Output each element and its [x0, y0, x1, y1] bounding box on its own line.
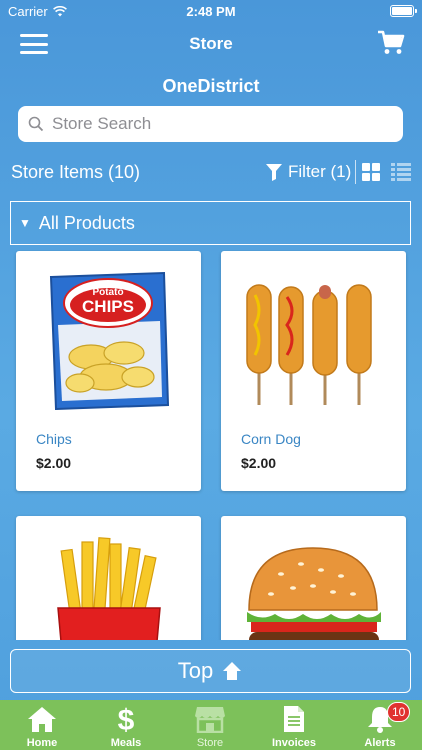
tab-label: Meals [110, 737, 142, 749]
category-label: All Products [38, 212, 135, 233]
product-card-corn-dog[interactable]: Corn Dog $2.00 [221, 251, 406, 491]
french-fries-image [36, 530, 181, 640]
triangle-down-icon: ▼ [19, 216, 31, 230]
tab-invoices[interactable]: Invoices [252, 700, 336, 750]
product-price: $2.00 [36, 455, 72, 471]
cart-icon[interactable] [376, 28, 406, 58]
toolbar-divider [355, 160, 356, 184]
tab-bar: Home $ Meals Store Invoices Alerts [0, 700, 422, 750]
search-icon [28, 116, 44, 132]
tab-label: Alerts [364, 737, 396, 749]
potato-chips-image: Potato CHIPS [36, 265, 181, 410]
store-icon [195, 707, 225, 733]
product-name[interactable]: Corn Dog [241, 431, 301, 447]
invoice-icon [284, 706, 304, 732]
home-icon [28, 707, 56, 732]
product-name[interactable]: Chips [36, 431, 72, 447]
arrow-up-icon [223, 662, 242, 680]
top-button-label: Top [177, 658, 214, 683]
corn-dog-image [241, 265, 386, 410]
search-input[interactable] [50, 113, 374, 135]
product-grid: Potato CHIPS Chips $2.00 Corn Dog $2.00 [0, 250, 422, 640]
list-view-icon[interactable] [391, 163, 411, 181]
scroll-top-button[interactable]: Top [10, 649, 411, 693]
grid-view-icon[interactable] [362, 163, 380, 181]
tab-label: Home [26, 737, 58, 749]
product-price: $2.00 [241, 455, 277, 471]
navigation-bar: Store [0, 22, 422, 66]
tab-home[interactable]: Home [0, 700, 84, 750]
battery-icon [390, 5, 417, 17]
filter-button[interactable]: Filter (1) [266, 162, 351, 182]
dollar-icon: $ [118, 704, 135, 735]
filter-icon [266, 163, 282, 181]
tab-label: Store [196, 737, 224, 749]
store-items-toolbar: Store Items (10) Filter (1) [0, 160, 422, 186]
status-bar: Carrier 2:48 PM [0, 0, 422, 22]
alerts-badge: 10 [387, 702, 411, 722]
clock: 2:48 PM [186, 4, 236, 19]
page-title: Store [189, 34, 233, 53]
svg-text:CHIPS: CHIPS [82, 297, 134, 316]
district-name: OneDistrict [162, 76, 260, 96]
tab-meals[interactable]: $ Meals [84, 700, 168, 750]
burger-image [241, 530, 386, 640]
tab-label: Invoices [271, 737, 317, 749]
tab-store[interactable]: Store [168, 700, 252, 750]
product-card-burger[interactable] [221, 516, 406, 640]
filter-label: Filter (1) [288, 162, 352, 181]
search-box[interactable] [18, 106, 403, 142]
product-card-chips[interactable]: Potato CHIPS Chips $2.00 [16, 251, 201, 491]
product-card-fries[interactable] [16, 516, 201, 640]
category-dropdown[interactable]: ▼ All Products [10, 201, 411, 245]
svg-text:$: $ [118, 704, 135, 735]
store-items-count: Store Items (10) [11, 162, 141, 182]
tab-alerts[interactable]: Alerts [338, 700, 422, 750]
